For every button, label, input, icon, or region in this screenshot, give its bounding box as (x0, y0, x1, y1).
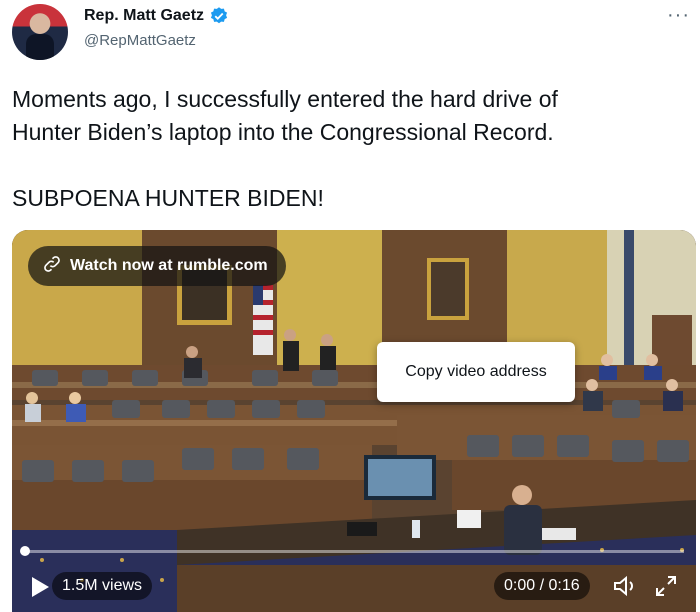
video-progress-bar[interactable] (20, 546, 684, 556)
video-player[interactable]: Watch now at rumble.com Copy video addre… (12, 230, 696, 612)
watch-on-rumble-link[interactable]: Watch now at rumble.com (28, 246, 286, 286)
fullscreen-icon[interactable] (654, 574, 678, 598)
copy-video-address-item[interactable]: Copy video address (405, 363, 546, 381)
verified-badge-icon (209, 6, 229, 26)
video-controls: 1.5M views 0:00 / 0:16 (12, 568, 696, 604)
author-name-row: Rep. Matt Gaetz (84, 6, 229, 26)
author-handle[interactable]: @RepMattGaetz (84, 32, 196, 49)
progress-knob[interactable] (20, 546, 30, 556)
watch-link-label: Watch now at rumble.com (70, 257, 268, 274)
tweet-text: Moments ago, I successfully entered the … (12, 86, 558, 211)
link-icon (42, 254, 62, 279)
video-frame (12, 230, 696, 612)
avatar[interactable] (12, 4, 68, 60)
play-icon[interactable] (30, 576, 50, 598)
view-count: 1.5M views (52, 572, 153, 600)
video-context-menu: Copy video address (377, 342, 575, 402)
author-display-name[interactable]: Rep. Matt Gaetz (84, 7, 204, 25)
more-icon[interactable]: ··· (667, 4, 690, 27)
volume-icon[interactable] (612, 574, 638, 598)
video-time: 0:00 / 0:16 (494, 572, 590, 600)
